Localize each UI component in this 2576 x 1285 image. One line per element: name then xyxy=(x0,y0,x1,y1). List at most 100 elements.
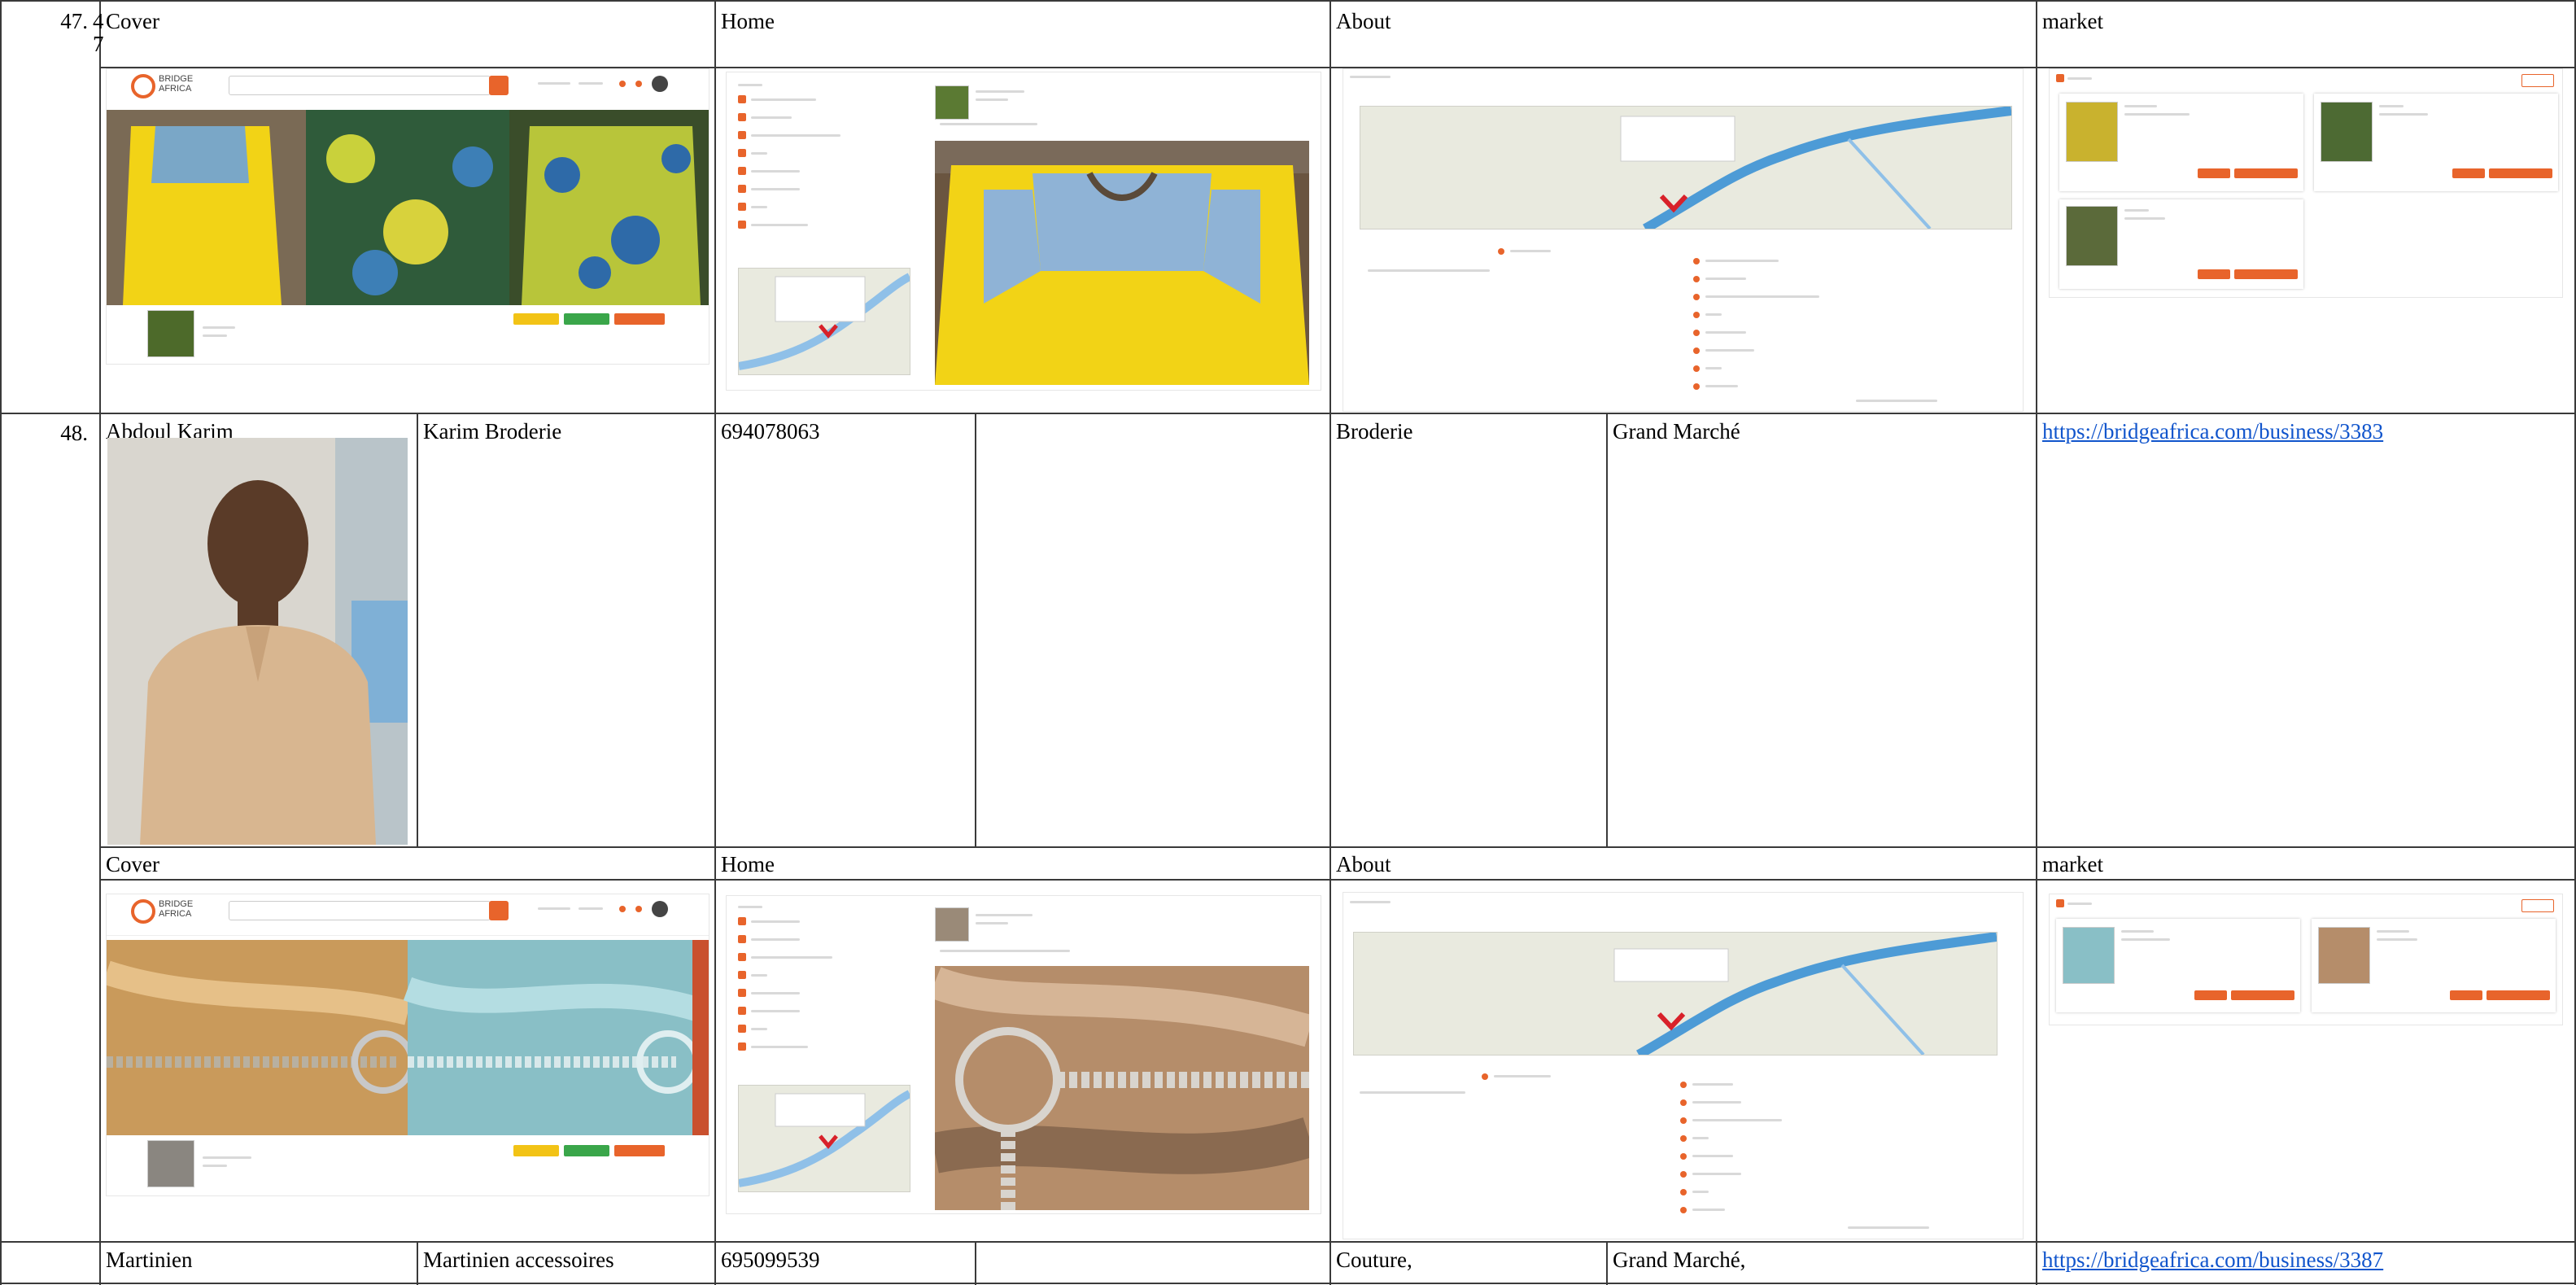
column-divider-5 xyxy=(1329,0,1331,1285)
search-icon xyxy=(489,76,509,95)
bridgeafrica-logo-icon xyxy=(131,899,155,924)
link-icon xyxy=(1693,312,1700,318)
column-divider-6a xyxy=(1606,413,1608,846)
notification-icon xyxy=(619,81,626,87)
column-divider-6b xyxy=(1606,1241,1608,1285)
category-icon xyxy=(738,917,746,925)
info-line xyxy=(1692,1155,1733,1157)
message-icon xyxy=(635,906,642,912)
link-icon xyxy=(1680,1135,1687,1142)
search-bar xyxy=(229,901,491,920)
column-divider-1 xyxy=(99,0,101,1285)
post-image-dress xyxy=(935,141,1309,385)
site-logo-text: BRIDGE AFRICA xyxy=(159,74,194,94)
search-bar xyxy=(229,76,491,95)
row-number: 47. xyxy=(60,9,88,33)
product-image xyxy=(2066,206,2118,266)
contact-button xyxy=(614,1145,665,1156)
clock-icon xyxy=(738,221,746,229)
buy-button xyxy=(2198,168,2230,178)
post-text xyxy=(940,950,1070,952)
info-line xyxy=(751,1028,767,1030)
business-profile-link[interactable]: https://bridgeafrica.com/business/3387 xyxy=(2042,1247,2383,1273)
info-line xyxy=(751,920,800,923)
footer-text xyxy=(1848,1226,1929,1229)
business-subtitle-line xyxy=(203,334,227,337)
post-author-name xyxy=(976,914,1033,916)
search-icon xyxy=(1680,1099,1687,1106)
info-line xyxy=(751,188,800,190)
info-line xyxy=(751,116,792,119)
search-icon xyxy=(1693,276,1700,282)
site-header: BRIDGE AFRICA xyxy=(107,69,709,111)
follow-button xyxy=(513,313,559,325)
add-to-cart-button xyxy=(2489,168,2552,178)
message-icon xyxy=(635,81,642,87)
row-48-header-separator-bottom xyxy=(101,879,2576,881)
market-screenshot xyxy=(2049,894,2563,1025)
post-author-avatar xyxy=(935,907,969,942)
post-image-satin xyxy=(935,966,1309,1210)
info-line xyxy=(1692,1209,1725,1211)
about-label: About xyxy=(1336,9,1391,33)
business-profile-link[interactable]: https://bridgeafrica.com/business/3383 xyxy=(2042,418,2383,444)
users-icon xyxy=(1693,330,1700,336)
owner-portrait-image xyxy=(107,438,408,845)
about-map xyxy=(1353,932,1997,1056)
info-line xyxy=(751,992,800,994)
business-subtitle-line xyxy=(203,1165,227,1167)
column-divider-2a xyxy=(417,413,418,846)
buy-button xyxy=(2452,168,2485,178)
product-image xyxy=(2063,927,2115,984)
business-name-line xyxy=(203,326,235,329)
info-line xyxy=(1705,349,1754,352)
footer-text xyxy=(1856,400,1937,402)
info-line xyxy=(1705,295,1819,298)
category-icon xyxy=(738,95,746,103)
about-text-line xyxy=(1360,1091,1465,1094)
avatar xyxy=(652,76,668,92)
column-divider-3 xyxy=(714,0,716,1285)
about-title xyxy=(1350,76,1391,78)
cover-label: Cover xyxy=(106,9,159,33)
product-image xyxy=(2321,102,2373,162)
info-line xyxy=(1705,331,1746,334)
product-name xyxy=(2124,209,2149,212)
post-text xyxy=(940,123,1037,125)
cover-fabric-image xyxy=(107,110,709,305)
mail-icon xyxy=(738,1025,746,1033)
message-button xyxy=(564,1145,609,1156)
header-link xyxy=(579,907,603,910)
product-name xyxy=(2379,105,2404,107)
mail-icon xyxy=(1680,1189,1687,1195)
business-location: Grand Marché xyxy=(1613,419,1740,444)
info-line xyxy=(1705,313,1722,316)
location-icon xyxy=(1693,294,1700,300)
info-line xyxy=(751,1010,800,1012)
add-to-cart-button xyxy=(2231,990,2294,1000)
location-icon xyxy=(738,953,746,961)
info-line xyxy=(1705,367,1722,369)
header-link xyxy=(579,82,603,85)
satin-embroidery-image xyxy=(935,966,1309,1210)
row-47-48-separator xyxy=(0,413,2576,414)
cover-banner-fabric xyxy=(107,110,709,305)
info-line xyxy=(1705,278,1746,280)
info-line xyxy=(751,224,808,226)
cover-satin-image xyxy=(107,940,709,1135)
buy-button xyxy=(2450,990,2482,1000)
product-desc xyxy=(2121,938,2170,941)
table-border-top xyxy=(0,0,2576,2)
market-label: market xyxy=(2042,852,2103,876)
phone-icon xyxy=(738,185,746,193)
phone-icon xyxy=(1693,347,1700,354)
product-card xyxy=(2056,919,2300,1012)
users-icon xyxy=(738,989,746,997)
add-product-button xyxy=(2521,899,2554,912)
sidebar-title xyxy=(738,906,762,908)
notification-icon xyxy=(619,906,626,912)
contact-name: Martinien xyxy=(106,1248,193,1272)
about-title xyxy=(1350,901,1391,903)
link-icon xyxy=(738,149,746,157)
contact-button xyxy=(614,313,665,325)
